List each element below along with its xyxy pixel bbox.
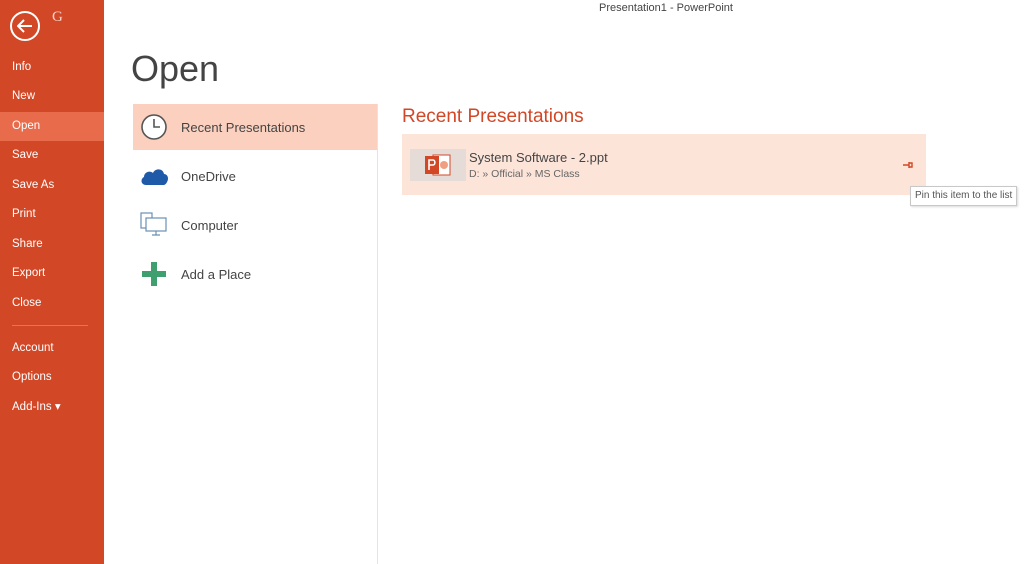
nav-divider <box>12 325 88 326</box>
file-path: D: » Official » MS Class <box>469 168 580 180</box>
place-label: OneDrive <box>181 168 236 184</box>
nav-item-save[interactable]: Save <box>0 141 104 170</box>
powerpoint-file-icon <box>410 149 466 181</box>
place-label: Add a Place <box>181 266 252 282</box>
nav-item-add-ins[interactable]: Add-Ins ▾ <box>0 393 104 422</box>
plus-icon <box>136 258 172 290</box>
pin-icon <box>903 162 913 168</box>
clock-icon <box>136 111 172 143</box>
back-arrow-icon <box>17 19 32 33</box>
column-divider <box>377 104 378 564</box>
nav-item-print[interactable]: Print <box>0 200 104 229</box>
computer-icon <box>136 209 172 241</box>
backstage-nav: G Info New Open Save Save As Print Share… <box>0 0 104 564</box>
cloud-icon <box>136 160 172 192</box>
pin-tooltip: Pin this item to the list <box>910 186 1018 206</box>
place-recent-presentations[interactable]: Recent Presentations <box>133 104 377 150</box>
nav-item-save-as[interactable]: Save As <box>0 171 104 200</box>
place-add-a-place[interactable]: Add a Place <box>133 251 377 297</box>
pin-button[interactable] <box>902 157 918 171</box>
place-label: Computer <box>181 217 239 233</box>
recent-heading: Recent Presentations <box>402 106 584 127</box>
recent-file-item[interactable]: System Software - 2.ppt D: » Official » … <box>402 134 926 195</box>
nav-item-account[interactable]: Account <box>0 334 104 363</box>
nav-item-share[interactable]: Share <box>0 230 104 259</box>
page-title: Open <box>131 48 220 89</box>
window-title: Presentation1 - PowerPoint <box>599 2 733 14</box>
place-label: Recent Presentations <box>181 119 306 135</box>
file-name: System Software - 2.ppt <box>469 150 608 165</box>
place-onedrive[interactable]: OneDrive <box>133 153 377 199</box>
nav-item-new[interactable]: New <box>0 82 104 111</box>
nav-item-open[interactable]: Open <box>0 112 104 141</box>
nav-item-export[interactable]: Export <box>0 259 104 288</box>
nav-item-options[interactable]: Options <box>0 363 104 392</box>
place-computer[interactable]: Computer <box>133 202 377 248</box>
back-button[interactable] <box>10 11 40 41</box>
account-initial: G <box>52 9 63 25</box>
nav-item-close[interactable]: Close <box>0 289 104 318</box>
nav-item-info[interactable]: Info <box>0 53 104 82</box>
